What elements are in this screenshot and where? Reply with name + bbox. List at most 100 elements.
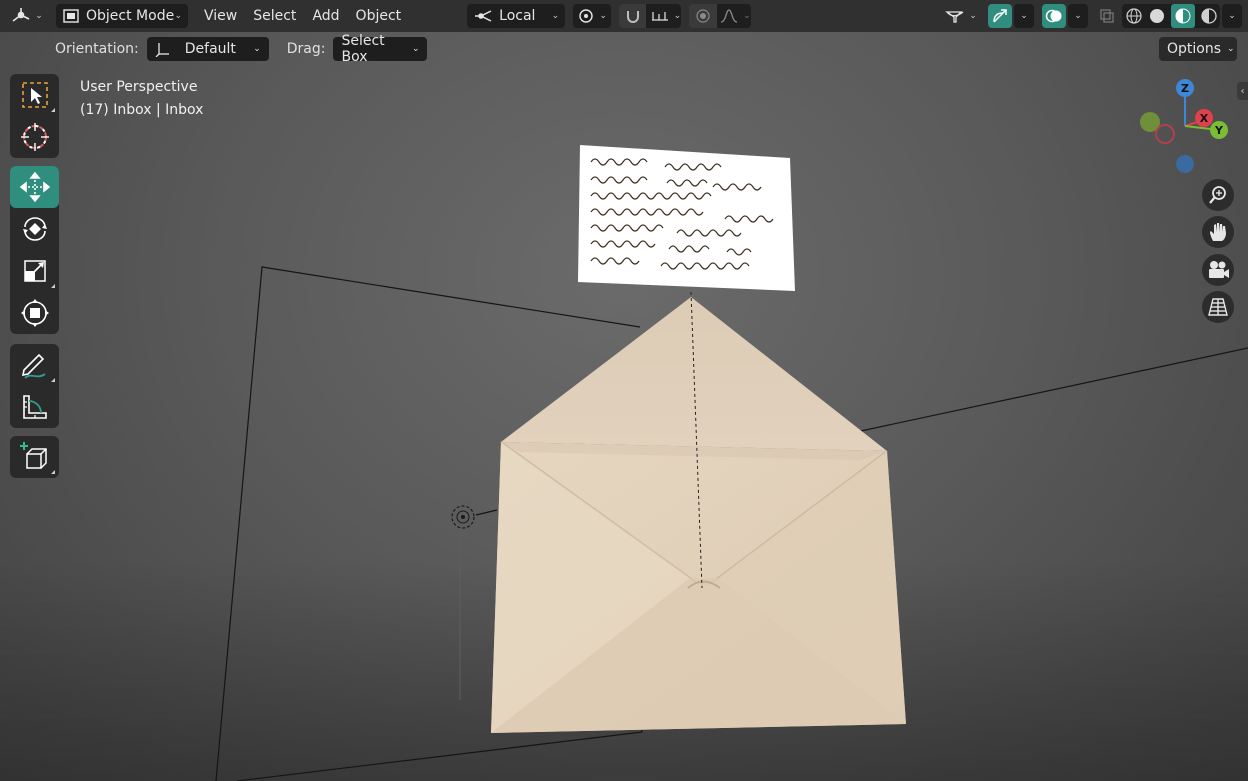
chevron-down-icon: ⌄ [174, 11, 182, 21]
pencil-icon [21, 353, 46, 379]
proportional-edit-icon [696, 9, 710, 23]
visibility-filter-button[interactable]: ⌄ [942, 4, 980, 28]
overlay-dropdown[interactable]: ⌄ [1068, 4, 1088, 28]
chevron-down-icon: ⌄ [599, 11, 607, 21]
camera-icon [1209, 261, 1229, 278]
menu-select[interactable]: Select [245, 4, 304, 28]
viewport-header: ⌄ Object Mode ⌄ View Select Add Object L… [0, 0, 1248, 32]
pivot-point-dropdown[interactable]: ⌄ [573, 4, 612, 28]
rendered-shading-icon[interactable] [1200, 7, 1218, 25]
neg-x-axis-icon[interactable] [1155, 124, 1175, 144]
y-axis-label: Y [1214, 124, 1224, 137]
rotate-icon [22, 217, 47, 241]
add-cube-icon [19, 442, 47, 469]
add-cube-tool[interactable] [10, 436, 59, 478]
proportional-edit-group: ⌄ [689, 4, 752, 28]
xray-icon [1100, 9, 1114, 23]
navigation-gizmo[interactable]: Z X Y [1134, 76, 1234, 180]
pivot-label: Local [499, 8, 536, 24]
orientation-dropdown[interactable]: Default ⌄ [146, 37, 269, 61]
move-arrows-icon [19, 172, 50, 202]
toolbar-add-group [10, 436, 59, 478]
chevron-down-icon: ⌄ [1227, 44, 1235, 54]
cursor-tool[interactable] [10, 116, 59, 158]
transform-icon [20, 299, 49, 327]
view-name: User Perspective [80, 79, 198, 95]
material-preview-shading-button[interactable] [1170, 4, 1195, 28]
options-label: Options [1167, 41, 1222, 57]
envelope-object[interactable] [491, 291, 906, 733]
snap-group: ⌄ [619, 4, 682, 28]
perspective-grid-icon [1208, 298, 1228, 316]
ruler-icon [22, 395, 47, 419]
select-box-tool[interactable] [10, 74, 59, 116]
drag-value: Select Box [341, 33, 385, 65]
chevron-down-icon: ⌄ [253, 44, 261, 54]
3d-cursor-icon [20, 123, 49, 151]
chevron-down-icon: ⌄ [743, 11, 751, 21]
light-object[interactable] [451, 505, 475, 529]
tool-submenu-indicator [51, 108, 55, 112]
orientation-axes-icon [155, 43, 169, 57]
chevron-down-icon: ⌄ [1228, 11, 1236, 21]
falloff-curve-icon[interactable] [719, 8, 739, 24]
measure-tool[interactable] [10, 386, 59, 428]
sidebar-toggle[interactable]: ‹ [1237, 82, 1248, 100]
proportional-edit-toggle[interactable] [689, 4, 718, 28]
wireframe-shading-icon[interactable] [1125, 7, 1143, 25]
hand-pan-icon [1210, 223, 1226, 241]
gizmo-dropdown[interactable]: ⌄ [1014, 4, 1034, 28]
chevron-down-icon: ⌄ [551, 11, 560, 21]
chevron-down-icon: ⌄ [1020, 11, 1028, 21]
chevron-down-icon: ⌄ [673, 11, 682, 21]
zoom-button[interactable] [1202, 179, 1234, 211]
selectability-icon [945, 11, 964, 23]
options-dropdown[interactable]: Options ⌄ [1159, 37, 1237, 61]
shading-dropdown[interactable]: ⌄ [1222, 4, 1242, 28]
annotate-tool[interactable] [10, 344, 59, 386]
camera-view-button[interactable] [1202, 254, 1234, 286]
gizmo-toggle[interactable] [988, 4, 1012, 28]
letter-object[interactable] [578, 145, 795, 291]
pivot-icon [579, 9, 594, 23]
mode-label: Object Mode [86, 8, 175, 24]
orientation-value: Default [184, 41, 236, 57]
drag-dropdown[interactable]: Select Box ⌄ [333, 33, 428, 65]
chevron-down-icon: ⌄ [35, 11, 43, 21]
scale-tool[interactable] [10, 250, 59, 292]
neg-z-axis-icon[interactable] [1176, 155, 1194, 173]
tool-submenu-indicator [51, 284, 55, 288]
orientation-axes-icon [475, 10, 492, 22]
editor-type-button[interactable]: ⌄ [6, 4, 48, 28]
3d-viewport[interactable]: ⌄ Object Mode ⌄ View Select Add Object L… [0, 0, 1248, 781]
pan-button[interactable] [1202, 216, 1234, 248]
menu-add[interactable]: Add [304, 4, 347, 28]
menu-view[interactable]: View [196, 4, 245, 28]
chevron-down-icon: ⌄ [1074, 11, 1082, 21]
transform-tool[interactable] [10, 292, 59, 334]
xray-toggle[interactable] [1096, 4, 1118, 28]
tool-settings-bar: Orientation: Default ⌄ Drag: Select Box … [0, 33, 1248, 65]
chevron-down-icon: ⌄ [411, 44, 420, 54]
chevron-left-icon: ‹ [1240, 85, 1245, 97]
zoom-icon [1209, 186, 1226, 204]
perspective-toggle-button[interactable] [1202, 291, 1234, 323]
toolbar-annotate-group [10, 344, 59, 428]
overlay-toggle[interactable] [1042, 4, 1066, 28]
gizmo-arrows-icon [993, 9, 1007, 23]
move-tool[interactable] [10, 166, 59, 208]
menu-object[interactable]: Object [348, 4, 410, 28]
toolbar-selection-group [10, 74, 59, 158]
snap-increment-icon[interactable] [650, 8, 669, 24]
snap-toggle[interactable] [619, 4, 647, 28]
orientation-label: Orientation: [55, 41, 139, 57]
magnet-icon [626, 11, 639, 23]
z-axis-label: Z [1181, 82, 1189, 95]
envelope-flap [501, 297, 887, 451]
mode-dropdown[interactable]: Object Mode ⌄ [56, 4, 188, 28]
object-mode-icon [63, 9, 79, 23]
rotate-tool[interactable] [10, 208, 59, 250]
object-info: (17) Inbox | Inbox [80, 102, 204, 118]
transform-pivot-dropdown[interactable]: Local ⌄ [467, 4, 566, 28]
solid-shading-icon[interactable] [1148, 7, 1166, 25]
